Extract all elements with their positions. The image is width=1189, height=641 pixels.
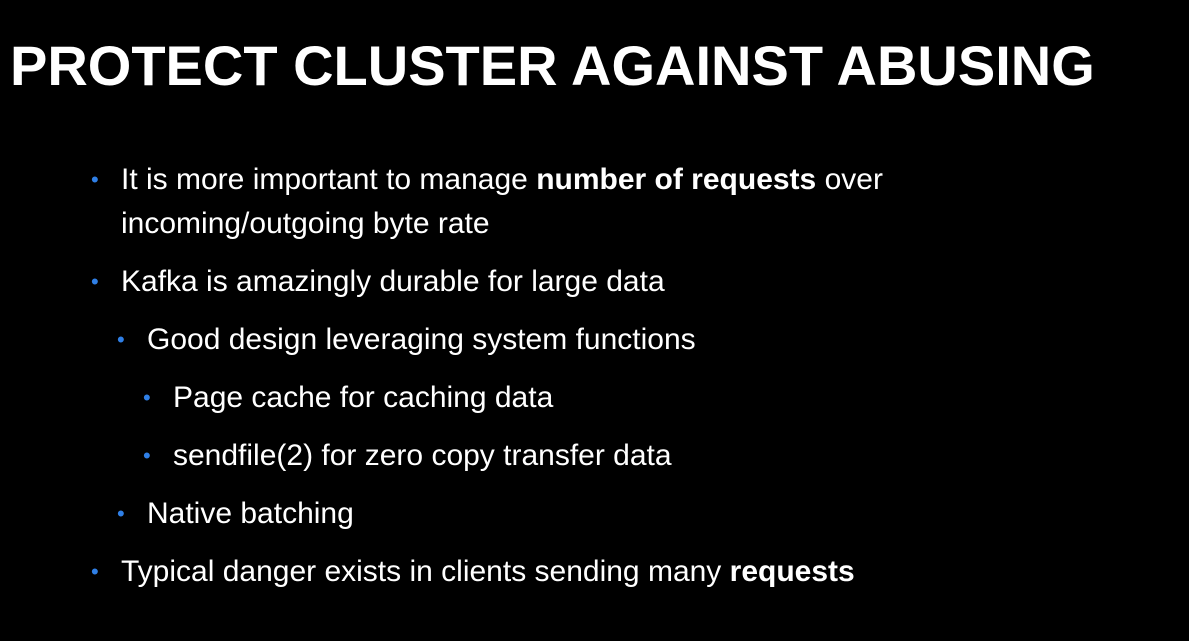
bullet-item: • sendfile(2) for zero copy transfer dat… — [0, 434, 1189, 478]
bullet-text: Page cache for caching data — [173, 381, 554, 414]
bullet-item: • It is more important to manage number … — [0, 158, 1189, 246]
bullet-item: • Typical danger exists in clients sendi… — [0, 550, 1189, 594]
bullet-text: Typical danger exists in clients sending… — [121, 555, 855, 588]
bullet-item: • Good design leveraging system function… — [0, 318, 1189, 362]
bullet-item: • Page cache for caching data — [0, 376, 1189, 420]
bullet-item: • Kafka is amazingly durable for large d… — [0, 260, 1189, 304]
bullet-dot-icon: • — [91, 559, 99, 584]
bullet-text: Kafka is amazingly durable for large dat… — [121, 265, 665, 298]
bullet-text: It is more important to manage number of… — [121, 163, 883, 240]
bullet-dot-icon: • — [91, 269, 99, 294]
bullet-list: • It is more important to manage number … — [0, 158, 1189, 608]
bullet-text: Good design leveraging system functions — [147, 323, 696, 356]
bullet-text: sendfile(2) for zero copy transfer data — [173, 439, 672, 472]
slide: PROTECT CLUSTER AGAINST ABUSING • It is … — [0, 0, 1189, 641]
bullet-dot-icon: • — [143, 385, 151, 410]
bullet-dot-icon: • — [143, 443, 151, 468]
bullet-dot-icon: • — [117, 501, 125, 526]
bullet-item: • Native batching — [0, 492, 1189, 536]
bullet-dot-icon: • — [117, 327, 125, 352]
slide-title: PROTECT CLUSTER AGAINST ABUSING — [10, 34, 1095, 97]
bullet-text: Native batching — [147, 497, 354, 530]
bullet-dot-icon: • — [91, 167, 99, 192]
